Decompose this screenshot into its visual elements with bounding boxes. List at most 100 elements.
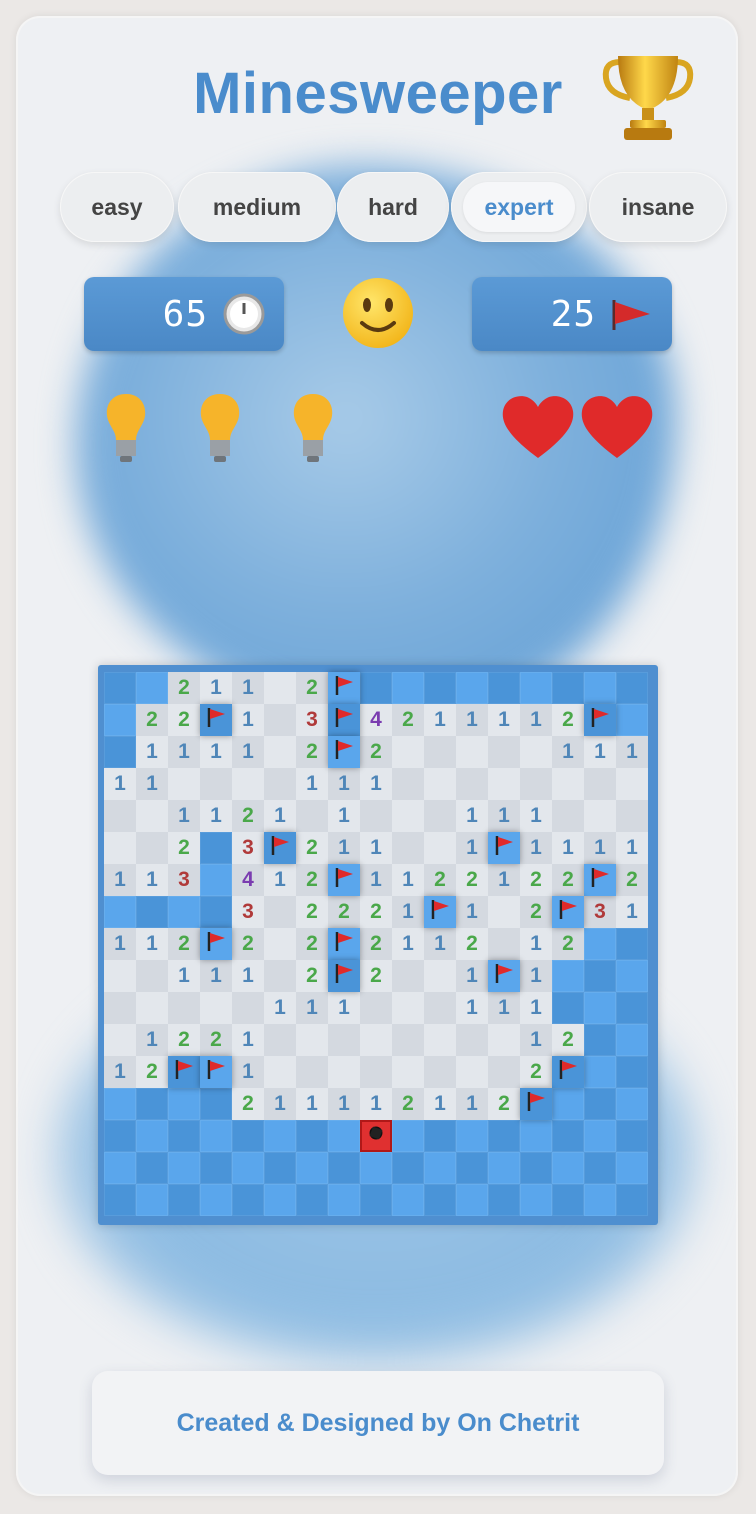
- number-cell[interactable]: 2: [424, 864, 456, 896]
- number-cell[interactable]: 1: [456, 992, 488, 1024]
- revealed-cell[interactable]: [392, 768, 424, 800]
- number-cell[interactable]: 2: [360, 736, 392, 768]
- number-cell[interactable]: 1: [232, 736, 264, 768]
- revealed-cell[interactable]: [424, 800, 456, 832]
- flagged-cell[interactable]: [488, 832, 520, 864]
- flagged-cell[interactable]: [200, 928, 232, 960]
- number-cell[interactable]: 1: [104, 1056, 136, 1088]
- hidden-cell[interactable]: [104, 1120, 136, 1152]
- hidden-cell[interactable]: [584, 960, 616, 992]
- number-cell[interactable]: 1: [360, 768, 392, 800]
- revealed-cell[interactable]: [328, 1056, 360, 1088]
- revealed-cell[interactable]: [104, 800, 136, 832]
- number-cell[interactable]: 2: [136, 704, 168, 736]
- revealed-cell[interactable]: [296, 1024, 328, 1056]
- hidden-cell[interactable]: [328, 1152, 360, 1184]
- hidden-cell[interactable]: [168, 1152, 200, 1184]
- hidden-cell[interactable]: [264, 1184, 296, 1216]
- number-cell[interactable]: 1: [456, 960, 488, 992]
- hidden-cell[interactable]: [232, 1120, 264, 1152]
- flagged-cell[interactable]: [264, 832, 296, 864]
- number-cell[interactable]: 1: [200, 672, 232, 704]
- number-cell[interactable]: 1: [136, 928, 168, 960]
- number-cell[interactable]: 2: [232, 1088, 264, 1120]
- number-cell[interactable]: 1: [616, 736, 648, 768]
- hidden-cell[interactable]: [616, 1088, 648, 1120]
- flagged-cell[interactable]: [328, 960, 360, 992]
- number-cell[interactable]: 1: [584, 736, 616, 768]
- revealed-cell[interactable]: [488, 736, 520, 768]
- number-cell[interactable]: 1: [552, 736, 584, 768]
- hidden-cell[interactable]: [520, 672, 552, 704]
- number-cell[interactable]: 2: [296, 960, 328, 992]
- hidden-cell[interactable]: [200, 1120, 232, 1152]
- hidden-cell[interactable]: [296, 1184, 328, 1216]
- revealed-cell[interactable]: [360, 1056, 392, 1088]
- hidden-cell[interactable]: [488, 1120, 520, 1152]
- flagged-cell[interactable]: [168, 1056, 200, 1088]
- revealed-cell[interactable]: [584, 800, 616, 832]
- revealed-cell[interactable]: [392, 992, 424, 1024]
- hidden-cell[interactable]: [264, 1152, 296, 1184]
- revealed-cell[interactable]: [456, 1056, 488, 1088]
- tab-hard[interactable]: hard: [337, 172, 449, 242]
- revealed-cell[interactable]: [424, 736, 456, 768]
- revealed-cell[interactable]: [264, 672, 296, 704]
- number-cell[interactable]: 1: [456, 896, 488, 928]
- hidden-cell[interactable]: [552, 1184, 584, 1216]
- number-cell[interactable]: 2: [232, 928, 264, 960]
- hidden-cell[interactable]: [488, 1152, 520, 1184]
- number-cell[interactable]: 2: [392, 1088, 424, 1120]
- hidden-cell[interactable]: [168, 1120, 200, 1152]
- revealed-cell[interactable]: [104, 832, 136, 864]
- hidden-cell[interactable]: [584, 1024, 616, 1056]
- hidden-cell[interactable]: [104, 736, 136, 768]
- hidden-cell[interactable]: [520, 1152, 552, 1184]
- revealed-cell[interactable]: [232, 992, 264, 1024]
- number-cell[interactable]: 1: [328, 1088, 360, 1120]
- number-cell[interactable]: 1: [136, 736, 168, 768]
- revealed-cell[interactable]: [264, 736, 296, 768]
- hidden-cell[interactable]: [200, 896, 232, 928]
- hidden-cell[interactable]: [584, 928, 616, 960]
- revealed-cell[interactable]: [488, 768, 520, 800]
- revealed-cell[interactable]: [424, 992, 456, 1024]
- hidden-cell[interactable]: [104, 1152, 136, 1184]
- number-cell[interactable]: 2: [168, 704, 200, 736]
- number-cell[interactable]: 2: [552, 1024, 584, 1056]
- hidden-cell[interactable]: [488, 672, 520, 704]
- hidden-cell[interactable]: [552, 672, 584, 704]
- hidden-cell[interactable]: [232, 1184, 264, 1216]
- revealed-cell[interactable]: [424, 1056, 456, 1088]
- hidden-cell[interactable]: [424, 672, 456, 704]
- number-cell[interactable]: 2: [296, 672, 328, 704]
- number-cell[interactable]: 1: [136, 768, 168, 800]
- number-cell[interactable]: 2: [392, 704, 424, 736]
- number-cell[interactable]: 2: [296, 928, 328, 960]
- hidden-cell[interactable]: [200, 832, 232, 864]
- number-cell[interactable]: 1: [456, 832, 488, 864]
- number-cell[interactable]: 1: [488, 800, 520, 832]
- revealed-cell[interactable]: [136, 800, 168, 832]
- number-cell[interactable]: 1: [296, 992, 328, 1024]
- number-cell[interactable]: 1: [456, 704, 488, 736]
- flagged-cell[interactable]: [552, 896, 584, 928]
- number-cell[interactable]: 1: [552, 832, 584, 864]
- number-cell[interactable]: 1: [328, 768, 360, 800]
- number-cell[interactable]: 1: [616, 896, 648, 928]
- hidden-cell[interactable]: [168, 896, 200, 928]
- hidden-cell[interactable]: [200, 864, 232, 896]
- number-cell[interactable]: 1: [104, 864, 136, 896]
- number-cell[interactable]: 1: [616, 832, 648, 864]
- revealed-cell[interactable]: [200, 768, 232, 800]
- tab-easy[interactable]: easy: [60, 172, 174, 242]
- revealed-cell[interactable]: [424, 832, 456, 864]
- revealed-cell[interactable]: [616, 800, 648, 832]
- number-cell[interactable]: 1: [584, 832, 616, 864]
- smiley-face-icon[interactable]: [340, 275, 416, 351]
- number-cell[interactable]: 2: [552, 864, 584, 896]
- hidden-cell[interactable]: [136, 1184, 168, 1216]
- number-cell[interactable]: 1: [520, 992, 552, 1024]
- tab-expert[interactable]: expert: [451, 172, 587, 242]
- revealed-cell[interactable]: [392, 736, 424, 768]
